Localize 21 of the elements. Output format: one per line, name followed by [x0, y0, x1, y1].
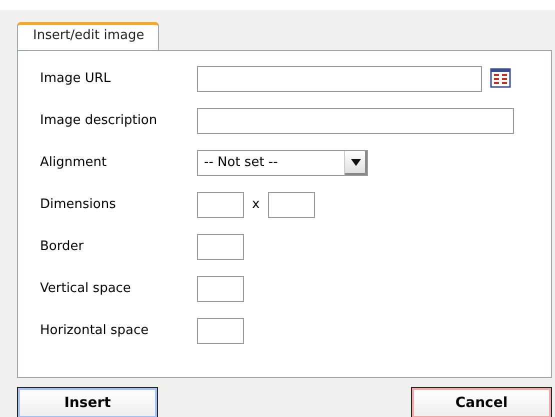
number-field[interactable]: [197, 234, 244, 260]
field-label: Horizontal space: [40, 323, 150, 338]
url-field[interactable]: [197, 66, 482, 92]
description-field[interactable]: [197, 108, 514, 134]
alignment-dropdown[interactable]: -- Not set --: [197, 150, 368, 176]
number-field[interactable]: [197, 318, 244, 344]
field-label: Alignment: [40, 155, 108, 170]
field-label: Image description: [40, 113, 158, 128]
cancel-button[interactable]: Cancel: [411, 387, 552, 417]
width-field[interactable]: [197, 192, 244, 218]
field-label: Image URL: [40, 71, 112, 86]
field-label: Dimensions: [40, 197, 117, 212]
times-sign: x: [252, 197, 260, 212]
field-label: Border: [40, 239, 85, 254]
insert-button[interactable]: Insert: [17, 387, 158, 417]
field-label: Vertical space: [40, 281, 132, 296]
height-field[interactable]: [268, 192, 315, 218]
caret-icon: [351, 159, 361, 166]
tab[interactable]: Insert/edit image: [17, 22, 160, 50]
browse-icon[interactable]: [488, 66, 513, 91]
number-field[interactable]: [197, 276, 244, 302]
